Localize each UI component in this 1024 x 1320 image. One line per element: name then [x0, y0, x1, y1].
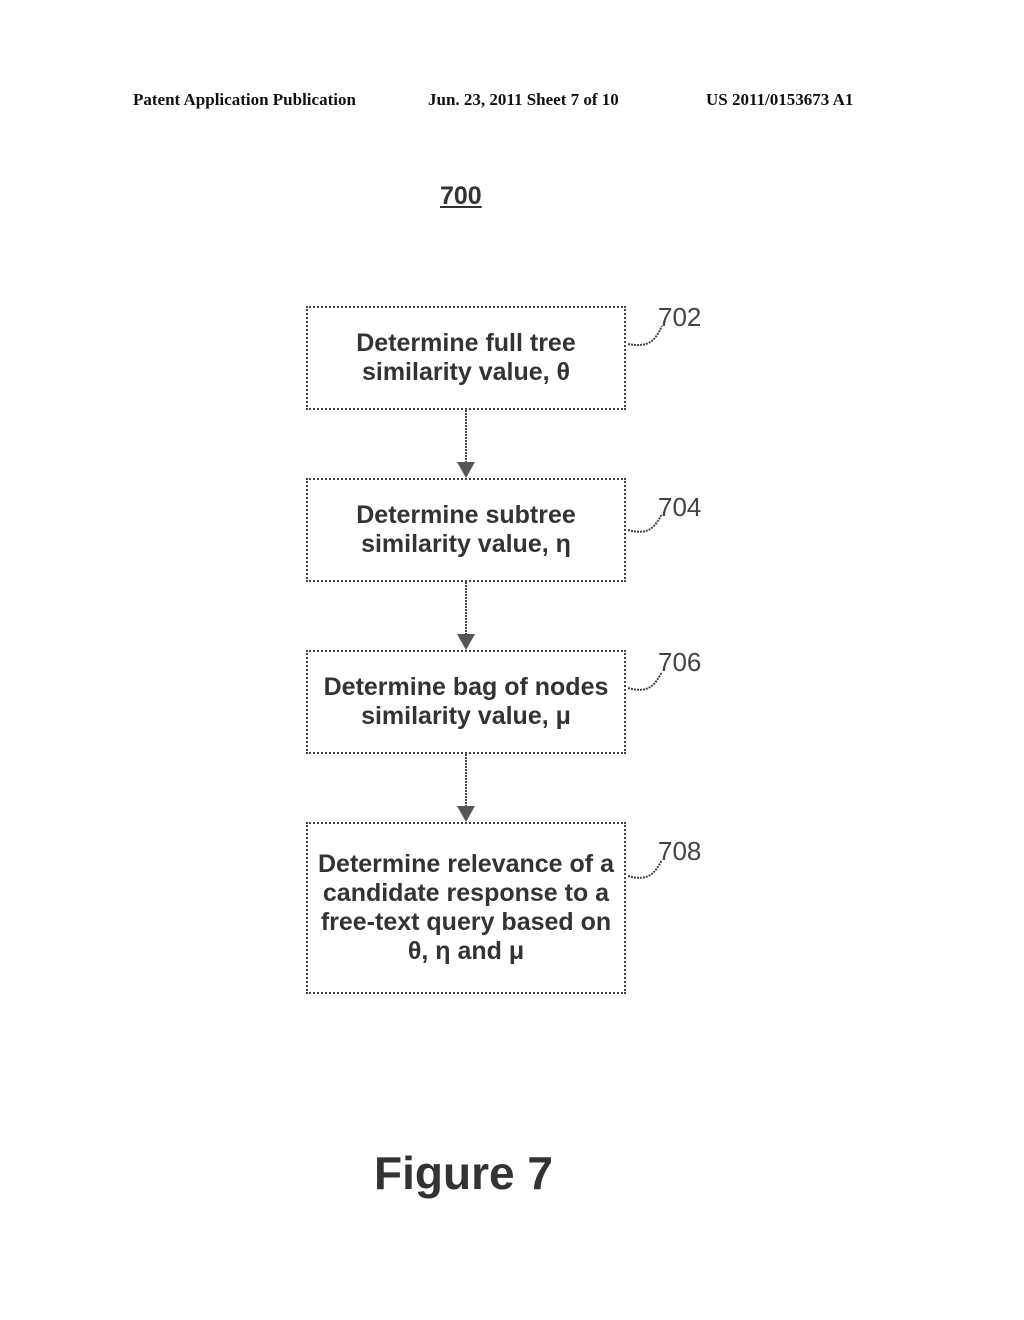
step-text: Determine subtree similarity value, η: [356, 501, 576, 558]
arrowhead-706: [457, 634, 475, 650]
leader-706: [627, 671, 663, 691]
step-box-subtree-similarity: Determine subtree similarity value, η: [306, 478, 626, 582]
reference-numeral: 704: [658, 492, 702, 522]
reference-numeral: 708: [658, 836, 702, 866]
leader-702: [627, 325, 663, 346]
step-text: Determine full tree similarity value, θ: [356, 329, 576, 386]
step-box-bag-of-nodes-similarity: Determine bag of nodes similarity value,…: [306, 650, 626, 754]
step-text: Determine relevance of a candidate respo…: [318, 850, 614, 965]
leader-708: [627, 859, 663, 879]
figure-caption: Figure 7: [374, 1147, 553, 1199]
arrowhead-704: [457, 462, 475, 478]
step-text: Determine bag of nodes similarity value,…: [323, 673, 609, 730]
reference-numeral: 706: [658, 647, 702, 677]
step-box-full-tree-similarity: Determine full tree similarity value, θ: [306, 306, 626, 410]
reference-numeral: 702: [658, 302, 702, 332]
step-box-determine-relevance: Determine relevance of a candidate respo…: [306, 822, 626, 994]
arrowhead-708: [457, 806, 475, 822]
leader-704: [627, 513, 663, 533]
